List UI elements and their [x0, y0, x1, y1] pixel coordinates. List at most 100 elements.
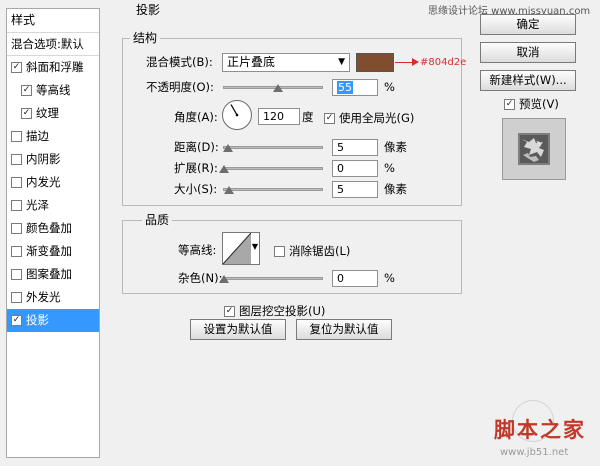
make-default-button[interactable]: 设置为默认值	[190, 319, 286, 340]
chevron-down-icon: ▼	[338, 57, 345, 67]
noise-label: 杂色(N):	[178, 271, 223, 285]
checkbox-icon[interactable]: ✓	[11, 315, 22, 326]
style-item-3[interactable]: 描边	[7, 125, 99, 148]
size-slider-thumb[interactable]	[224, 186, 234, 194]
preview-check-icon: ✓	[504, 98, 515, 110]
noise-unit: %	[384, 271, 395, 285]
size-unit: 像素	[384, 182, 407, 196]
style-item-2[interactable]: ✓ 纹理	[7, 102, 99, 125]
checkbox-icon[interactable]	[11, 292, 22, 303]
style-item-label: 纹理	[36, 106, 59, 120]
distance-value: 5	[337, 141, 344, 154]
style-item-6[interactable]: 光泽	[7, 194, 99, 217]
size-label: 大小(S):	[174, 182, 218, 196]
style-item-5[interactable]: 内发光	[7, 171, 99, 194]
distance-slider-track[interactable]	[223, 146, 323, 149]
preview-checkbox[interactable]: ✓ 预览(V)	[504, 96, 559, 112]
watermark-url: www.jb51.net	[500, 447, 569, 458]
global-light-check-icon: ✓	[324, 112, 335, 124]
spread-label: 扩展(R):	[174, 161, 218, 175]
global-light-label: 使用全局光(G)	[339, 111, 415, 125]
distance-unit: 像素	[384, 140, 407, 154]
checkbox-icon[interactable]	[11, 131, 22, 142]
style-item-7[interactable]: 颜色叠加	[7, 217, 99, 240]
size-input[interactable]: 5	[332, 181, 378, 198]
size-slider-track[interactable]	[223, 188, 323, 191]
quality-group-title: 品质	[142, 213, 173, 227]
style-item-label: 斜面和浮雕	[26, 60, 84, 74]
checkbox-icon[interactable]: ✓	[11, 62, 22, 73]
watermark-logo-text: 脚本之家	[494, 418, 586, 442]
ok-button[interactable]: 确定	[480, 14, 576, 35]
contour-picker[interactable]: ▼	[222, 232, 260, 265]
style-item-label: 投影	[26, 313, 49, 327]
opacity-slider-thumb[interactable]	[273, 84, 283, 92]
preview-label: 预览(V)	[519, 97, 559, 111]
styles-list-header[interactable]: 样式	[7, 9, 99, 33]
noise-value: 0	[337, 272, 344, 285]
checkbox-icon[interactable]	[11, 269, 22, 280]
distance-input[interactable]: 5	[332, 139, 378, 156]
angle-input[interactable]: 120	[258, 108, 300, 125]
style-item-1[interactable]: ✓ 等高线	[7, 79, 99, 102]
checkbox-icon[interactable]	[11, 200, 22, 211]
style-item-9[interactable]: 图案叠加	[7, 263, 99, 286]
angle-label: 角度(A):	[174, 110, 218, 124]
checkbox-icon[interactable]: ✓	[21, 85, 32, 96]
spread-slider-thumb[interactable]	[219, 165, 229, 173]
checkbox-icon[interactable]	[11, 223, 22, 234]
checkbox-icon[interactable]	[11, 177, 22, 188]
contour-chevron-down-icon: ▼	[251, 242, 258, 251]
spread-slider-track[interactable]	[223, 167, 323, 170]
spread-value: 0	[337, 162, 344, 175]
style-item-0[interactable]: ✓ 斜面和浮雕	[7, 56, 99, 79]
style-item-label: 内阴影	[26, 152, 61, 166]
structure-group-title: 结构	[130, 31, 161, 45]
knockout-checkbox[interactable]: ✓ 图层挖空投影(U)	[224, 303, 325, 319]
contour-preview-icon	[223, 233, 251, 264]
global-light-checkbox[interactable]: ✓ 使用全局光(G)	[324, 110, 414, 126]
size-value: 5	[337, 183, 344, 196]
color-hex-annotation: #804d2e	[420, 57, 467, 68]
knockout-label: 图层挖空投影(U)	[239, 304, 326, 318]
checkbox-icon[interactable]	[11, 154, 22, 165]
contour-label: 等高线:	[178, 243, 217, 257]
preview-thumbnail	[502, 118, 566, 180]
noise-input[interactable]: 0	[332, 270, 378, 287]
opacity-unit: %	[384, 80, 395, 94]
shadow-color-swatch[interactable]	[356, 53, 394, 72]
cancel-button[interactable]: 取消	[480, 42, 576, 63]
checkbox-icon[interactable]: ✓	[21, 108, 32, 119]
style-item-label: 光泽	[26, 198, 49, 212]
opacity-value: 55	[337, 81, 353, 94]
blend-mode-select[interactable]: 正片叠底 ▼	[222, 53, 350, 72]
blending-options-item[interactable]: 混合选项:默认	[7, 33, 99, 56]
style-item-11[interactable]: ✓ 投影	[7, 309, 99, 332]
style-item-4[interactable]: 内阴影	[7, 148, 99, 171]
blending-options-label: 混合选项:默认	[11, 36, 84, 51]
style-item-8[interactable]: 渐变叠加	[7, 240, 99, 263]
styles-list-title: 样式	[11, 13, 36, 27]
style-item-10[interactable]: 外发光	[7, 286, 99, 309]
style-item-label: 外发光	[26, 290, 61, 304]
blend-mode-label: 混合模式(B):	[146, 55, 213, 69]
noise-slider-thumb[interactable]	[219, 275, 229, 283]
new-style-button[interactable]: 新建样式(W)...	[480, 70, 576, 91]
noise-slider-track[interactable]	[223, 277, 323, 280]
style-item-label: 内发光	[26, 175, 61, 189]
anti-alias-checkbox[interactable]: 消除锯齿(L)	[274, 243, 350, 259]
spread-input[interactable]: 0	[332, 160, 378, 177]
style-item-label: 渐变叠加	[26, 244, 72, 258]
distance-label: 距离(D):	[174, 140, 219, 154]
angle-unit: 度	[302, 110, 314, 124]
angle-dial[interactable]	[221, 99, 253, 131]
preview-texture-image	[518, 133, 550, 165]
reset-default-button[interactable]: 复位为默认值	[296, 319, 392, 340]
style-item-label: 颜色叠加	[26, 221, 72, 235]
blend-mode-value: 正片叠底	[227, 55, 276, 69]
distance-slider-thumb[interactable]	[223, 144, 233, 152]
checkbox-icon[interactable]	[11, 246, 22, 257]
spread-unit: %	[384, 161, 395, 175]
annotation-arrow-head-icon	[412, 58, 419, 66]
opacity-input[interactable]: 55	[332, 79, 378, 96]
